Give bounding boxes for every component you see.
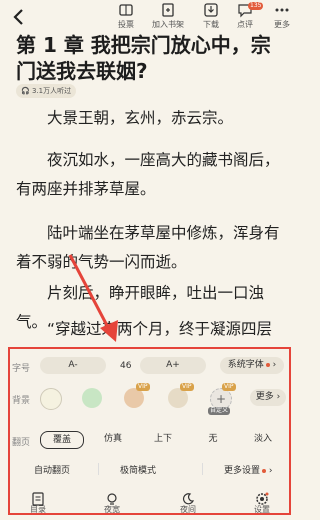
vip-tag: VIP: [180, 383, 194, 391]
background-swatch-green[interactable]: [82, 388, 102, 408]
background-more-button[interactable]: 更多 ›: [250, 389, 286, 406]
vote-button[interactable]: 投票: [106, 2, 146, 30]
font-decrease-button[interactable]: A-: [40, 357, 106, 374]
catalog-icon: [32, 492, 44, 506]
new-dot: [265, 362, 270, 367]
nav-settings-label: 设置: [254, 505, 270, 514]
nav-settings[interactable]: 设置: [242, 491, 282, 515]
flip-option-fade[interactable]: 淡入: [242, 431, 284, 447]
nav-night[interactable]: 夜间: [168, 491, 208, 515]
bookshelf-icon: [162, 3, 174, 17]
listen-count[interactable]: 🎧 3.1万人听过: [16, 84, 77, 98]
chevron-left-icon: [13, 9, 23, 25]
vip-tag: VIP: [136, 383, 150, 391]
new-dot: [262, 468, 267, 473]
moon-icon: [182, 493, 195, 505]
paragraph: “穿越过来两个月，终于凝源四层: [47, 320, 273, 338]
font-size-label: 字号: [12, 364, 31, 374]
bulb-icon: [107, 493, 117, 505]
flip-option-none[interactable]: 无: [192, 431, 234, 447]
minimal-mode-button[interactable]: 极简模式: [120, 463, 156, 476]
background-swatch-vip-1[interactable]: [124, 388, 144, 408]
ticket-icon: [119, 4, 133, 16]
more-icon: [275, 8, 289, 12]
nav-catalog[interactable]: 目录: [18, 491, 58, 515]
more-settings-label: 更多设置: [224, 466, 261, 476]
download-icon: [204, 3, 218, 17]
flip-mode-label: 翻页: [12, 438, 31, 448]
font-size-value: 46: [120, 361, 132, 371]
vip-tag: VIP: [222, 383, 236, 391]
comment-label: 点评: [237, 20, 253, 29]
paragraph: 夜沉如水，一座高大的藏书阁后，有两座并排茅草屋。: [16, 151, 280, 198]
more-settings-button[interactable]: 更多设置 ›: [224, 463, 272, 476]
top-toolbar: 投票 加入书架 下载 135 点评 更多: [0, 0, 300, 34]
paragraph: 陆叶端坐在茅草屋中修炼，浑身有着不弱的气势一闪而逝。: [16, 224, 280, 271]
nav-night-label: 夜间: [180, 505, 196, 514]
more-label: 更多: [274, 20, 290, 29]
listen-count-text: 3.1万人听过: [31, 87, 72, 95]
flip-option-simulation[interactable]: 仿真: [92, 431, 134, 447]
more-button[interactable]: 更多: [264, 2, 300, 30]
font-increase-button[interactable]: A+: [140, 357, 206, 374]
comment-button[interactable]: 135 点评: [225, 2, 265, 30]
add-bookshelf-label: 加入书架: [152, 20, 184, 29]
auto-flip-button[interactable]: 自动翻页: [34, 463, 70, 476]
background-label: 背景: [12, 396, 31, 406]
back-button[interactable]: [8, 6, 30, 28]
nav-bulb-label: 夜宽: [104, 505, 120, 514]
background-swatch-cream[interactable]: [40, 388, 62, 410]
reading-settings-panel: 字号 A- 46 A+ 系统字体 › 背景 VIP VIP + VIP 自定义 …: [8, 347, 291, 515]
nav-catalog-label: 目录: [30, 505, 46, 514]
background-swatch-vip-2[interactable]: [168, 388, 188, 408]
system-font-button[interactable]: 系统字体 ›: [220, 357, 284, 374]
add-bookshelf-button[interactable]: 加入书架: [148, 2, 188, 30]
flip-option-vertical[interactable]: 上下: [142, 431, 184, 447]
system-font-label: 系统字体: [227, 360, 264, 370]
gear-icon: [256, 492, 269, 505]
chapter-title: 第 1 章 我把宗门放心中，宗门送我去联姻?: [16, 33, 271, 83]
headphone-icon: 🎧: [21, 87, 30, 95]
vote-label: 投票: [118, 20, 134, 29]
annotation-arrow: [68, 254, 118, 342]
divider: [98, 463, 99, 475]
divider: [202, 463, 203, 475]
custom-tag: 自定义: [208, 407, 231, 415]
paragraph: 大景王朝，玄州，赤云宗。: [47, 109, 234, 127]
comment-count-badge: 135: [248, 2, 264, 10]
nav-bulb[interactable]: 夜宽: [92, 491, 132, 515]
flip-option-cover[interactable]: 覆盖: [40, 431, 84, 449]
background-more-label: 更多: [255, 392, 274, 402]
